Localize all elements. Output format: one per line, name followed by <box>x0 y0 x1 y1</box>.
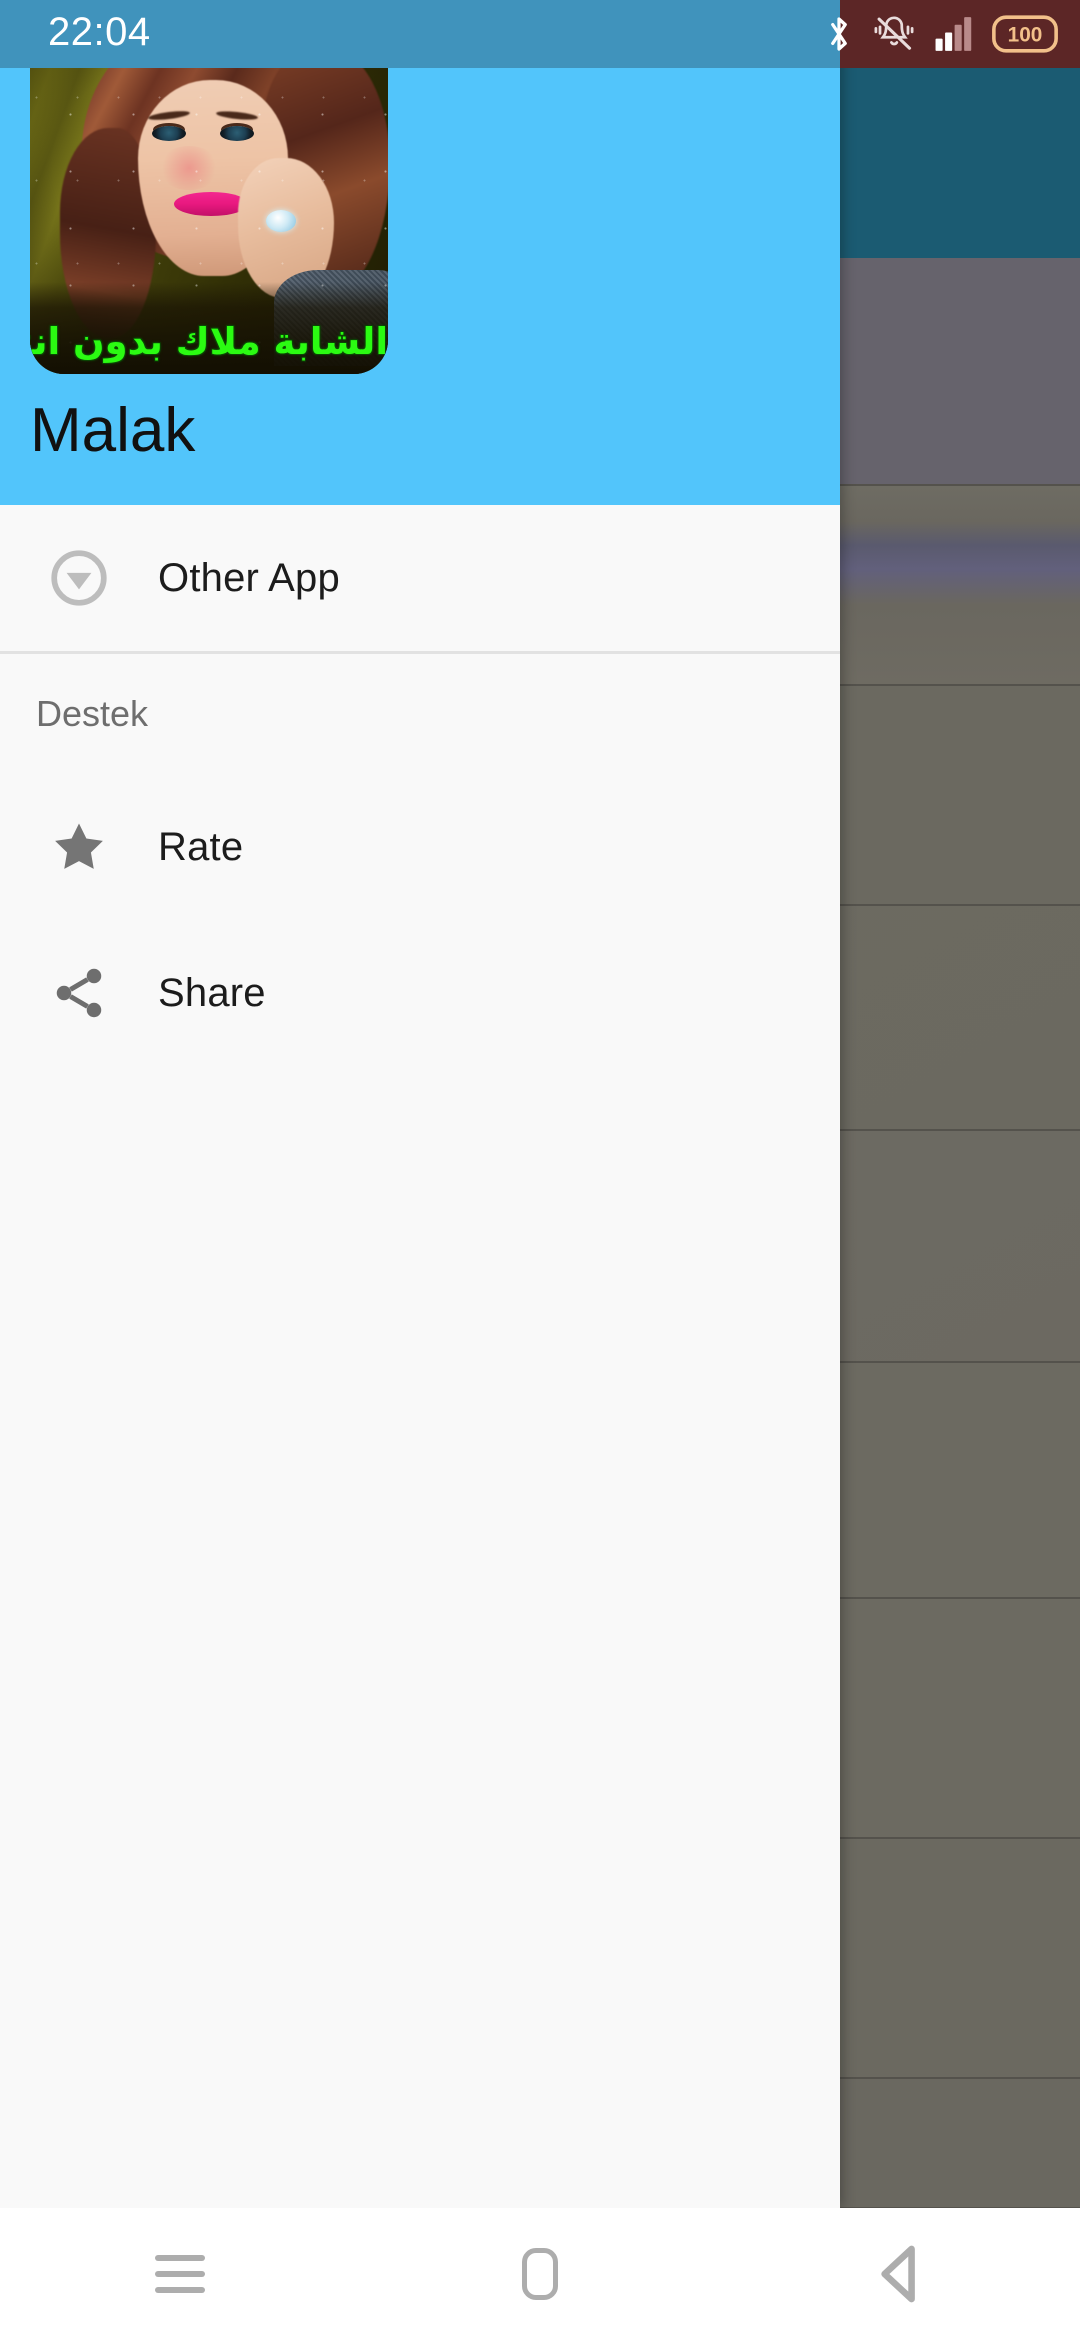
drawer-app-name: Malak <box>30 396 196 465</box>
drawer-menu: Other App Destek Rate Share <box>0 505 840 1066</box>
star-icon <box>0 817 158 877</box>
recents-icon <box>155 2255 205 2293</box>
menu-item-label: Share <box>158 970 266 1015</box>
nav-recents-button[interactable] <box>80 2208 280 2340</box>
menu-item-share[interactable]: Share <box>0 920 840 1066</box>
menu-item-rate[interactable]: Rate <box>0 774 840 920</box>
icon-arabic-caption: الشابة ملاك بدون انترنت <box>30 320 388 363</box>
status-bar: 100 22:04 <box>0 0 1080 68</box>
home-icon <box>522 2248 558 2300</box>
nav-home-button[interactable] <box>440 2208 640 2340</box>
status-bar-icons: 100 <box>824 0 1058 68</box>
app-icon-artwork: الشابة ملاك بدون انترنت <box>30 18 388 374</box>
back-icon <box>881 2245 915 2303</box>
menu-item-other-app[interactable]: Other App <box>0 505 840 651</box>
nav-back-button[interactable] <box>800 2208 1000 2340</box>
drawer-header: الشابة ملاك بدون انترنت Malak <box>0 0 840 505</box>
circle-down-arrow-icon <box>0 547 158 609</box>
phone-screen: الشابة ملاك بدون انترنت Malak Other App … <box>0 0 1080 2340</box>
menu-item-label: Rate <box>158 824 244 869</box>
battery-icon: 100 <box>992 15 1058 53</box>
app-launcher-icon: الشابة ملاك بدون انترنت <box>30 18 388 374</box>
bluetooth-icon <box>831 17 847 51</box>
svg-text:100: 100 <box>1008 24 1043 47</box>
status-bar-clock: 22:04 <box>48 10 151 54</box>
share-icon <box>0 963 158 1023</box>
menu-item-label: Other App <box>158 555 340 600</box>
system-navigation-bar <box>0 2208 1080 2340</box>
silent-vibrate-icon <box>874 16 914 50</box>
navigation-drawer: الشابة ملاك بدون انترنت Malak Other App … <box>0 0 840 2208</box>
menu-section-title-destek: Destek <box>36 693 149 734</box>
signal-bars-icon <box>935 17 972 51</box>
